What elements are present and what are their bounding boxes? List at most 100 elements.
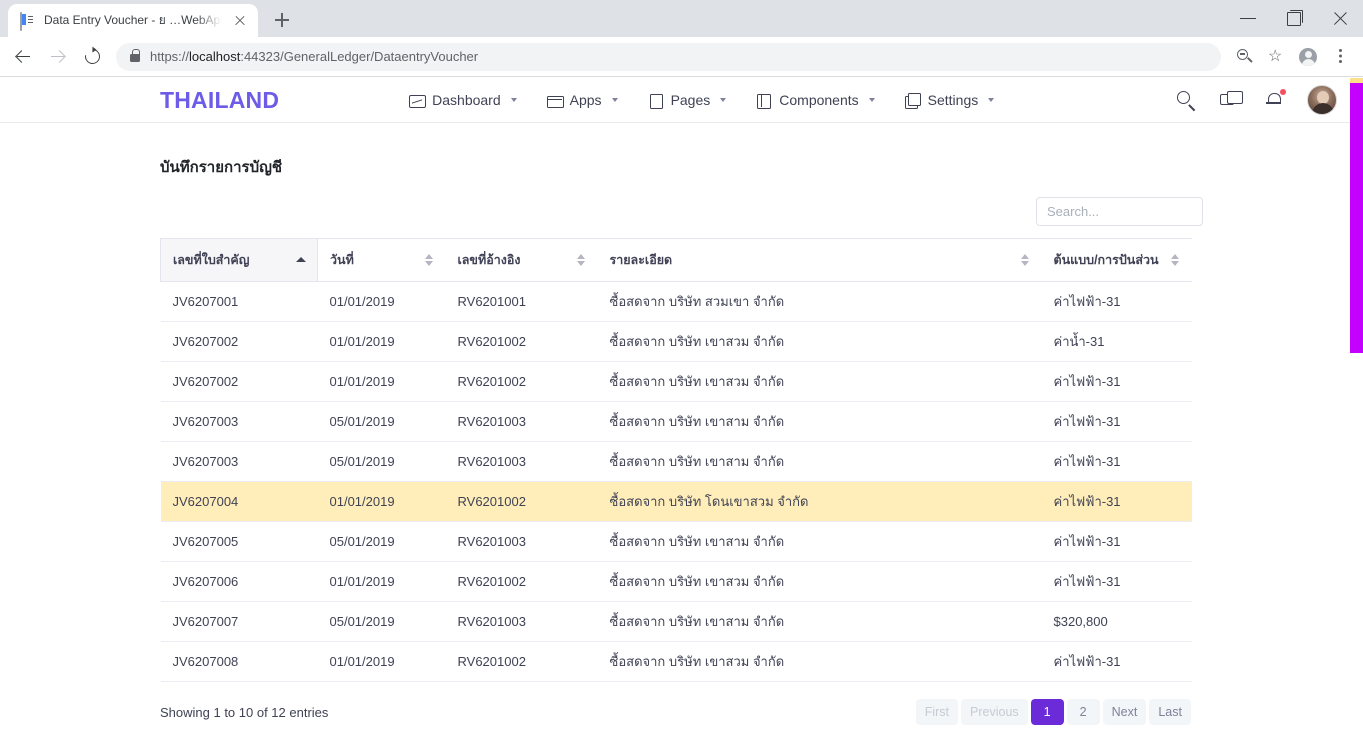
site-brand-logo[interactable]: THAILAND — [160, 87, 279, 114]
table-row[interactable]: JV620700601/01/2019RV6201002ซื้อสดจาก บร… — [161, 562, 1192, 602]
table-row[interactable]: JV620700505/01/2019RV6201003ซื้อสดจาก บร… — [161, 522, 1192, 562]
col-header-date[interactable]: วันที่ — [318, 239, 446, 282]
nav-item-pages[interactable]: Pages — [648, 92, 727, 108]
table-row[interactable]: JV620700705/01/2019RV6201003ซื้อสดจาก บร… — [161, 602, 1192, 642]
page-favicon-icon — [20, 13, 36, 29]
search-input[interactable] — [1036, 197, 1203, 226]
col-header-voucher-no[interactable]: เลขที่ใบสำคัญ — [161, 239, 318, 282]
voucher-table-footer: Showing 1 to 10 of 12 entries FirstPrevi… — [160, 699, 1191, 725]
maximize-window-icon[interactable] — [1271, 0, 1317, 37]
table-row[interactable]: JV620700305/01/2019RV6201003ซื้อสดจาก บร… — [161, 442, 1192, 482]
col-label: ต้นแบบ/การปันส่วน — [1054, 253, 1159, 267]
nav-item-apps[interactable]: Apps — [547, 92, 618, 108]
page-scrollbar[interactable] — [1350, 78, 1363, 737]
cell-date: 05/01/2019 — [318, 602, 446, 642]
cell-template-allocation: ค่าไฟฟ้า-31 — [1042, 442, 1192, 482]
table-row[interactable]: JV620700801/01/2019RV6201002ซื้อสดจาก บร… — [161, 642, 1192, 682]
nav-item-components[interactable]: Components — [756, 92, 874, 108]
address-bar[interactable]: https://localhost:44323/GeneralLedger/Da… — [116, 43, 1221, 71]
cell-voucher-no: JV6207005 — [161, 522, 318, 562]
scrollbar-thumb[interactable] — [1350, 78, 1363, 353]
main-menu: Dashboard Apps Pages Components — [409, 92, 994, 108]
forward-button[interactable] — [42, 41, 74, 73]
cell-detail: ซื้อสดจาก บริษัท เขาสาม จำกัด — [598, 522, 1042, 562]
col-label: วันที่ — [330, 253, 354, 267]
voucher-table-body: JV620700101/01/2019RV6201001ซื้อสดจาก บร… — [161, 282, 1192, 682]
address-bar-url: https://localhost:44323/GeneralLedger/Da… — [150, 49, 478, 64]
bookmark-star-icon[interactable]: ☆ — [1261, 42, 1291, 72]
table-row[interactable]: JV620700201/01/2019RV6201002ซื้อสดจาก บร… — [161, 322, 1192, 362]
chevron-down-icon — [988, 98, 994, 102]
nav-label: Apps — [570, 92, 602, 108]
page-button-first: First — [916, 699, 958, 725]
site-navigation-bar: THAILAND Dashboard Apps Pages — [0, 78, 1363, 123]
close-tab-icon[interactable] — [230, 11, 250, 31]
cell-date: 01/01/2019 — [318, 362, 446, 402]
table-row[interactable]: JV620700201/01/2019RV6201002ซื้อสดจาก บร… — [161, 362, 1192, 402]
chevron-down-icon — [612, 98, 618, 102]
back-button[interactable] — [8, 41, 40, 73]
components-icon — [756, 93, 771, 107]
reload-button[interactable] — [76, 41, 108, 73]
col-header-reference-no[interactable]: เลขที่อ้างอิง — [446, 239, 598, 282]
cell-date: 01/01/2019 — [318, 482, 446, 522]
cell-voucher-no: JV6207008 — [161, 642, 318, 682]
lock-icon — [130, 54, 140, 62]
col-label: รายละเอียด — [610, 253, 673, 267]
browser-toolbar: https://localhost:44323/GeneralLedger/Da… — [0, 37, 1363, 77]
cell-template-allocation: ค่าไฟฟ้า-31 — [1042, 282, 1192, 322]
chat-icon[interactable] — [1219, 89, 1241, 111]
cell-template-allocation: ค่าไฟฟ้า-31 — [1042, 482, 1192, 522]
page-button-2[interactable]: 2 — [1067, 699, 1100, 725]
nav-label: Settings — [928, 92, 979, 108]
table-row[interactable]: JV620700401/01/2019RV6201002ซื้อสดจาก บร… — [161, 482, 1192, 522]
new-tab-button[interactable] — [268, 6, 296, 34]
cell-date: 01/01/2019 — [318, 642, 446, 682]
page-button-last[interactable]: Last — [1149, 699, 1191, 725]
pages-icon — [648, 93, 663, 107]
cell-template-allocation: ค่าไฟฟ้า-31 — [1042, 642, 1192, 682]
cell-date: 05/01/2019 — [318, 522, 446, 562]
col-header-template-allocation[interactable]: ต้นแบบ/การปันส่วน — [1042, 239, 1192, 282]
nav-utility-icons — [1175, 85, 1337, 115]
table-row[interactable]: JV620700305/01/2019RV6201003ซื้อสดจาก บร… — [161, 402, 1192, 442]
page-button-next[interactable]: Next — [1103, 699, 1147, 725]
cell-voucher-no: JV6207002 — [161, 362, 318, 402]
table-row[interactable]: JV620700101/01/2019RV6201001ซื้อสดจาก บร… — [161, 282, 1192, 322]
page-button-1[interactable]: 1 — [1031, 699, 1064, 725]
dashboard-icon — [409, 93, 424, 107]
browser-tab[interactable]: Data Entry Voucher - ย …WebApp — [8, 4, 258, 37]
nav-label: Dashboard — [432, 92, 501, 108]
page-title: บันทึกรายการบัญชี — [160, 155, 1203, 179]
cell-reference-no: RV6201003 — [446, 522, 598, 562]
notification-badge — [1280, 89, 1286, 95]
cell-date: 01/01/2019 — [318, 562, 446, 602]
cell-reference-no: RV6201001 — [446, 282, 598, 322]
close-window-icon[interactable] — [1317, 0, 1363, 37]
chevron-down-icon — [720, 98, 726, 102]
cell-template-allocation: ค่าไฟฟ้า-31 — [1042, 522, 1192, 562]
nav-item-dashboard[interactable]: Dashboard — [409, 92, 517, 108]
chrome-menu-icon[interactable] — [1325, 42, 1355, 72]
scrollbar-top-accent — [1350, 78, 1363, 83]
search-icon[interactable] — [1175, 89, 1197, 111]
page-button-previous: Previous — [961, 699, 1028, 725]
cell-detail: ซื้อสดจาก บริษัท โดนเขาสวม จำกัด — [598, 482, 1042, 522]
zoom-out-icon[interactable] — [1229, 42, 1259, 72]
cell-date: 05/01/2019 — [318, 442, 446, 482]
voucher-table-head: เลขที่ใบสำคัญ วันที่ เลขที่อ้างอิง — [161, 239, 1192, 282]
col-header-detail[interactable]: รายละเอียด — [598, 239, 1042, 282]
chrome-profile-avatar[interactable] — [1293, 42, 1323, 72]
cell-detail: ซื้อสดจาก บริษัท สวมเขา จำกัด — [598, 282, 1042, 322]
cell-template-allocation: ค่าไฟฟ้า-31 — [1042, 402, 1192, 442]
minimize-window-icon[interactable] — [1225, 0, 1271, 37]
voucher-table-header-row: เลขที่ใบสำคัญ วันที่ เลขที่อ้างอิง — [161, 239, 1192, 282]
cell-detail: ซื้อสดจาก บริษัท เขาสวม จำกัด — [598, 322, 1042, 362]
cell-detail: ซื้อสดจาก บริษัท เขาสาม จำกัด — [598, 442, 1042, 482]
settings-icon — [905, 93, 920, 107]
bell-icon[interactable] — [1263, 89, 1285, 111]
user-avatar[interactable] — [1307, 85, 1337, 115]
nav-item-settings[interactable]: Settings — [905, 92, 995, 108]
entries-info: Showing 1 to 10 of 12 entries — [160, 705, 328, 720]
pagination: FirstPrevious12NextLast — [916, 699, 1191, 725]
